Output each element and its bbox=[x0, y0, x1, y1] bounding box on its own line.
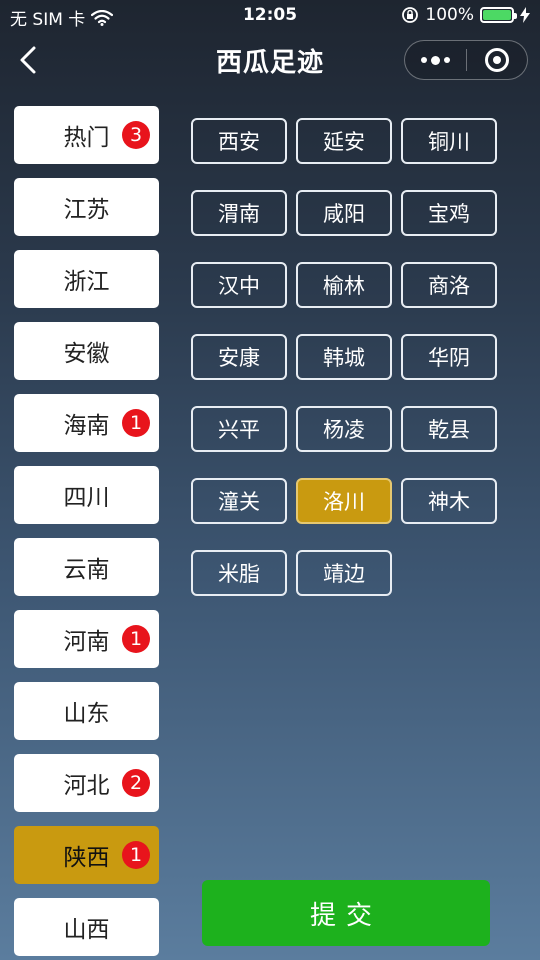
province-label: 河北 bbox=[63, 773, 110, 799]
sidebar-item-province[interactable]: 安徽 bbox=[14, 322, 159, 380]
mini-program-capsule bbox=[404, 40, 528, 80]
nav-bar: 西瓜足迹 bbox=[0, 30, 540, 90]
city-button[interactable]: 铜川 bbox=[401, 118, 497, 164]
city-button[interactable]: 兴平 bbox=[191, 406, 287, 452]
sidebar-item-province[interactable]: 河南 1 bbox=[14, 610, 159, 668]
city-button[interactable]: 靖边 bbox=[296, 550, 392, 596]
sidebar-item-province[interactable]: 浙江 bbox=[14, 250, 159, 308]
sidebar-item-province[interactable]: 江苏 bbox=[14, 178, 159, 236]
city-button[interactable]: 韩城 bbox=[296, 334, 392, 380]
sidebar-item-province[interactable]: 山东 bbox=[14, 682, 159, 740]
status-bar: 无 SIM 卡 12:05 100% bbox=[0, 0, 540, 30]
sidebar-item-province[interactable]: 海南 1 bbox=[14, 394, 159, 452]
more-button[interactable] bbox=[405, 41, 466, 79]
sidebar-item-province[interactable]: 热门 3 bbox=[14, 106, 159, 164]
city-button[interactable]: 延安 bbox=[296, 118, 392, 164]
city-button[interactable]: 汉中 bbox=[191, 262, 287, 308]
sidebar-item-province[interactable]: 云南 bbox=[14, 538, 159, 596]
city-button[interactable]: 杨凌 bbox=[296, 406, 392, 452]
close-button[interactable] bbox=[467, 41, 528, 79]
submit-button[interactable]: 提交 bbox=[202, 880, 490, 946]
province-label: 安徽 bbox=[63, 341, 110, 367]
province-sidebar: 热门 3 江苏浙江安徽海南 1 四川云南河南 1 山东河北 2 陕西 1 山西 bbox=[14, 106, 159, 960]
count-badge: 1 bbox=[122, 841, 150, 869]
charging-icon bbox=[520, 7, 530, 23]
city-button[interactable]: 潼关 bbox=[191, 478, 287, 524]
city-button[interactable]: 宝鸡 bbox=[401, 190, 497, 236]
province-label: 四川 bbox=[63, 485, 110, 511]
sidebar-item-province[interactable]: 四川 bbox=[14, 466, 159, 524]
more-dots-icon bbox=[420, 55, 450, 65]
count-badge: 1 bbox=[122, 409, 150, 437]
province-label: 江苏 bbox=[63, 197, 110, 223]
count-badge: 3 bbox=[122, 121, 150, 149]
city-grid: 西安 延安 铜川渭南 咸阳 宝鸡汉中 榆林 商洛安康 韩城 华阴兴平 杨凌 乾县潼关 洛川 神木米脂 靖边 bbox=[191, 118, 511, 622]
sidebar-item-province[interactable]: 山西 bbox=[14, 898, 159, 956]
city-button[interactable]: 米脂 bbox=[191, 550, 287, 596]
province-label: 云南 bbox=[63, 557, 110, 583]
count-badge: 2 bbox=[122, 769, 150, 797]
province-label: 河南 bbox=[63, 629, 110, 655]
province-label: 山西 bbox=[63, 917, 110, 943]
city-button[interactable]: 安康 bbox=[191, 334, 287, 380]
province-label: 热门 bbox=[63, 125, 110, 151]
battery-percent: 100% bbox=[425, 5, 474, 25]
rotation-lock-icon bbox=[402, 7, 419, 23]
city-button[interactable]: 渭南 bbox=[191, 190, 287, 236]
count-badge: 1 bbox=[122, 625, 150, 653]
sidebar-item-province[interactable]: 河北 2 bbox=[14, 754, 159, 812]
city-button[interactable]: 西安 bbox=[191, 118, 287, 164]
battery-icon bbox=[480, 7, 517, 23]
close-target-icon bbox=[484, 48, 509, 72]
city-button[interactable]: 乾县 bbox=[401, 406, 497, 452]
province-label: 陕西 bbox=[63, 845, 110, 871]
city-button[interactable]: 商洛 bbox=[401, 262, 497, 308]
city-button[interactable]: 华阴 bbox=[401, 334, 497, 380]
city-button[interactable]: 榆林 bbox=[296, 262, 392, 308]
city-button[interactable]: 咸阳 bbox=[296, 190, 392, 236]
city-button[interactable]: 神木 bbox=[401, 478, 497, 524]
city-button[interactable]: 洛川 bbox=[296, 478, 392, 524]
province-label: 海南 bbox=[63, 413, 110, 439]
sidebar-item-province[interactable]: 陕西 1 bbox=[14, 826, 159, 884]
province-label: 山东 bbox=[63, 701, 110, 727]
province-label: 浙江 bbox=[63, 269, 110, 295]
status-right: 100% bbox=[401, 5, 530, 25]
battery-level bbox=[483, 10, 511, 20]
